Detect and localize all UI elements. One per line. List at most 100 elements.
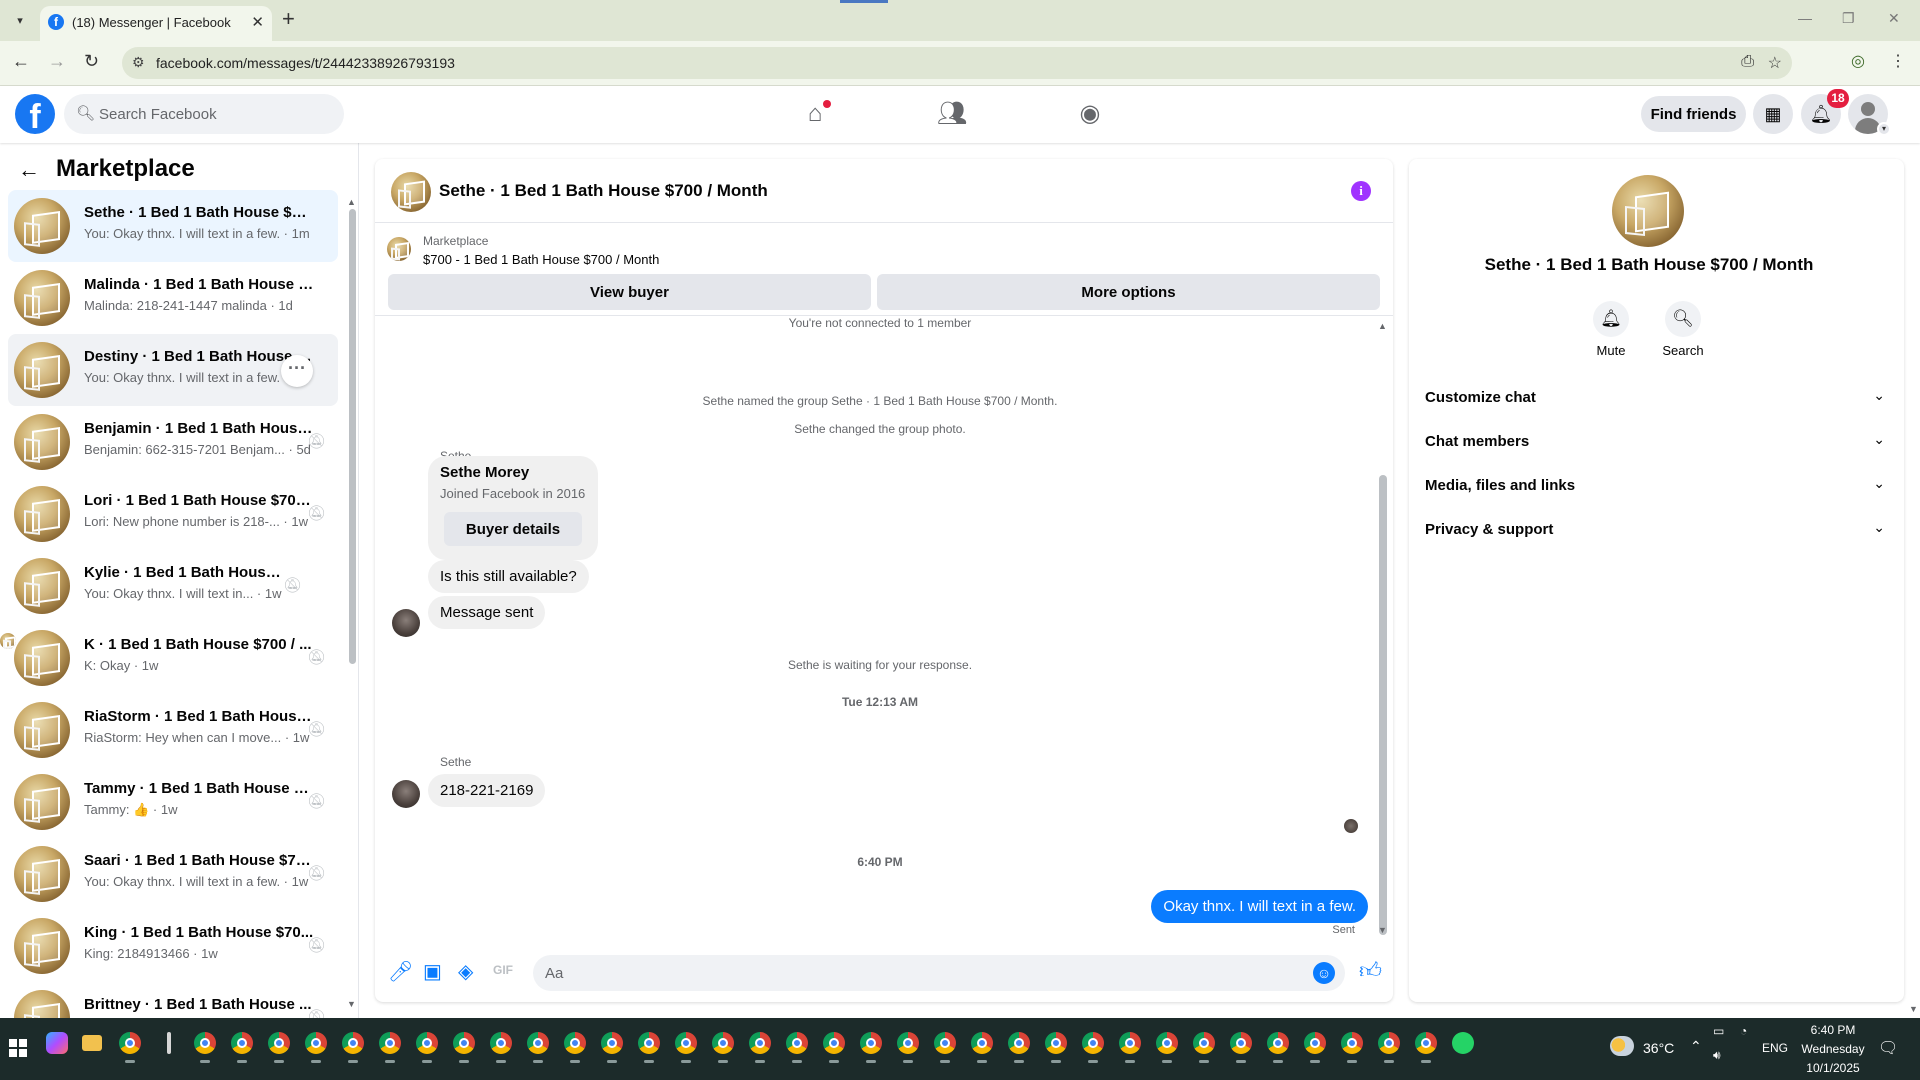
groups-icon[interactable]: ◉	[1068, 96, 1112, 132]
view-buyer-button[interactable]: View buyer	[388, 274, 871, 310]
chrome-icon[interactable]	[1045, 1032, 1067, 1063]
chrome-icon[interactable]	[1230, 1032, 1252, 1063]
chrome-icon[interactable]	[897, 1032, 919, 1063]
chrome-icon[interactable]	[490, 1032, 512, 1063]
gif-icon[interactable]: GIF	[493, 963, 513, 977]
install-app-icon[interactable]: ⎙	[1741, 53, 1754, 71]
conversation-item[interactable]: Kylie · 1 Bed 1 Bath House ... You: Okay…	[0, 550, 338, 649]
media-files-links-row[interactable]: Media, files and links ⌄	[1425, 469, 1885, 505]
restore-icon[interactable]: ❐	[1842, 10, 1855, 27]
chrome-icon[interactable]	[638, 1032, 660, 1063]
conversation-item[interactable]: Sethe · 1 Bed 1 Bath House $700 ... You:…	[8, 190, 338, 262]
show-hidden-icons-icon[interactable]: ⌃	[1690, 1038, 1702, 1055]
meet-now-icon[interactable]: ▭	[1713, 1024, 1724, 1038]
copilot-icon[interactable]	[46, 1032, 68, 1054]
chrome-icon[interactable]	[749, 1032, 771, 1063]
home-icon[interactable]: ⌂	[793, 96, 837, 132]
chrome-icon[interactable]	[342, 1032, 364, 1063]
new-tab-icon[interactable]: +	[282, 6, 295, 32]
volume-icon[interactable]: 🔊︎	[1713, 1048, 1721, 1063]
info-icon[interactable]: i	[1351, 181, 1371, 201]
bookmark-star-icon[interactable]: ☆	[1768, 53, 1782, 73]
more-options-icon[interactable]: ···	[281, 355, 313, 387]
browser-tab[interactable]: f (18) Messenger | Facebook ✕	[40, 6, 272, 41]
search-input[interactable]	[99, 94, 334, 134]
chrome-icon[interactable]	[453, 1032, 475, 1063]
conversation-item[interactable]: Brittney · 1 Bed 1 Bath House ... 🔕︎	[8, 982, 338, 1018]
chrome-icon[interactable]	[1156, 1032, 1178, 1063]
chrome-icon[interactable]	[860, 1032, 882, 1063]
chrome-icon[interactable]	[1119, 1032, 1141, 1063]
back-icon[interactable]: ←	[12, 51, 30, 72]
outgoing-message[interactable]: Okay thnx. I will text in a few.	[1151, 890, 1368, 923]
chrome-icon[interactable]	[1267, 1032, 1289, 1063]
group-avatar[interactable]	[1612, 175, 1684, 247]
chrome-icon[interactable]	[1008, 1032, 1030, 1063]
chat-avatar[interactable]	[391, 172, 431, 212]
menu-grid-icon[interactable]: ▦	[1753, 94, 1793, 134]
privacy-support-row[interactable]: Privacy & support ⌄	[1425, 513, 1885, 549]
url-field[interactable]: ⚙ facebook.com/messages/t/24442338926793…	[122, 47, 1792, 79]
scroll-up-icon[interactable]: ▲	[1378, 321, 1387, 331]
find-friends-button[interactable]: Find friends	[1641, 96, 1746, 132]
buyer-details-button[interactable]: Buyer details	[444, 512, 582, 546]
pinned-app-icon[interactable]	[167, 1032, 171, 1054]
sidebar-scrollbar[interactable]: ▲ ▼	[347, 197, 356, 1009]
temperature[interactable]: 36°C	[1643, 1040, 1674, 1056]
chrome-icon[interactable]	[712, 1032, 734, 1063]
thread-scrollbar[interactable]: ▲ ▼	[1378, 321, 1388, 937]
conversation-item[interactable]: Lori · 1 Bed 1 Bath House $700... Lori: …	[8, 478, 338, 550]
site-info-icon[interactable]: ⚙	[132, 54, 145, 71]
search-button[interactable]: 🔍︎ Search	[1653, 301, 1713, 358]
incoming-message[interactable]: 218-221-2169	[428, 774, 546, 807]
language-indicator[interactable]: ENG	[1762, 1041, 1788, 1055]
scrollbar-thumb[interactable]	[1379, 475, 1387, 935]
url-text[interactable]: facebook.com/messages/t/2444233892679319…	[156, 55, 455, 71]
file-explorer-icon[interactable]	[82, 1035, 102, 1051]
mute-button[interactable]: 🔔︎ Mute	[1581, 301, 1641, 358]
more-options-button[interactable]: More options	[877, 274, 1380, 310]
browser-menu-icon[interactable]: ⋮	[1890, 51, 1906, 71]
chrome-icon[interactable]	[971, 1032, 993, 1063]
chrome-icon[interactable]	[119, 1032, 141, 1063]
window-close-icon[interactable]: ✕	[1888, 10, 1900, 27]
scroll-down-icon[interactable]: ▼	[1909, 1004, 1918, 1014]
weather-icon[interactable]	[1610, 1036, 1634, 1056]
notification-center-icon[interactable]: 🗨︎	[1878, 1038, 1898, 1058]
scroll-down-icon[interactable]: ▼	[1378, 925, 1387, 935]
chrome-icon[interactable]	[305, 1032, 327, 1063]
chrome-icon[interactable]	[786, 1032, 808, 1063]
chat-title[interactable]: Sethe · 1 Bed 1 Bath House $700 / Month	[439, 181, 768, 201]
chrome-icon[interactable]	[416, 1032, 438, 1063]
sender-avatar[interactable]	[392, 780, 420, 808]
conversation-item[interactable]: RiaStorm · 1 Bed 1 Bath House... RiaStor…	[8, 694, 338, 766]
scroll-down-icon[interactable]: ▼	[347, 999, 356, 1009]
chrome-icon[interactable]	[1378, 1032, 1400, 1063]
chrome-icon[interactable]	[1415, 1032, 1437, 1063]
chrome-icon[interactable]	[823, 1032, 845, 1063]
incoming-message[interactable]: Is this still available?	[428, 560, 589, 593]
windows-start-icon[interactable]	[9, 1039, 27, 1057]
scroll-up-icon[interactable]: ▲	[347, 197, 356, 207]
wifi-icon[interactable]: ◔	[1740, 1024, 1747, 1038]
chevron-down-icon[interactable]: ▾	[1877, 122, 1891, 136]
chrome-icon[interactable]	[1341, 1032, 1363, 1063]
chrome-icon[interactable]	[527, 1032, 549, 1063]
conversation-item[interactable]: Malinda · 1 Bed 1 Bath House $7... Malin…	[8, 262, 338, 334]
emoji-icon[interactable]: ☺	[1313, 962, 1335, 984]
forward-icon[interactable]: →	[48, 51, 66, 72]
conversation-item[interactable]: Saari · 1 Bed 1 Bath House $70... You: O…	[8, 838, 338, 910]
chrome-icon[interactable]	[194, 1032, 216, 1063]
chrome-icon[interactable]	[379, 1032, 401, 1063]
chrome-icon[interactable]	[934, 1032, 956, 1063]
chrome-icon[interactable]	[564, 1032, 586, 1063]
minimize-icon[interactable]: —	[1798, 10, 1812, 26]
customize-chat-row[interactable]: Customize chat ⌄	[1425, 381, 1885, 417]
facebook-search[interactable]: 🔍︎	[64, 94, 344, 134]
conversation-item[interactable]: K · 1 Bed 1 Bath House $700 / ... K: Oka…	[8, 622, 338, 694]
scrollbar-thumb[interactable]	[349, 209, 356, 664]
sticker-icon[interactable]: ◈	[458, 959, 473, 984]
clock-date[interactable]: 10/1/2025	[1806, 1061, 1860, 1075]
back-arrow-icon[interactable]: ←	[18, 157, 40, 183]
listing-title[interactable]: $700 - 1 Bed 1 Bath House $700 / Month	[423, 252, 659, 267]
